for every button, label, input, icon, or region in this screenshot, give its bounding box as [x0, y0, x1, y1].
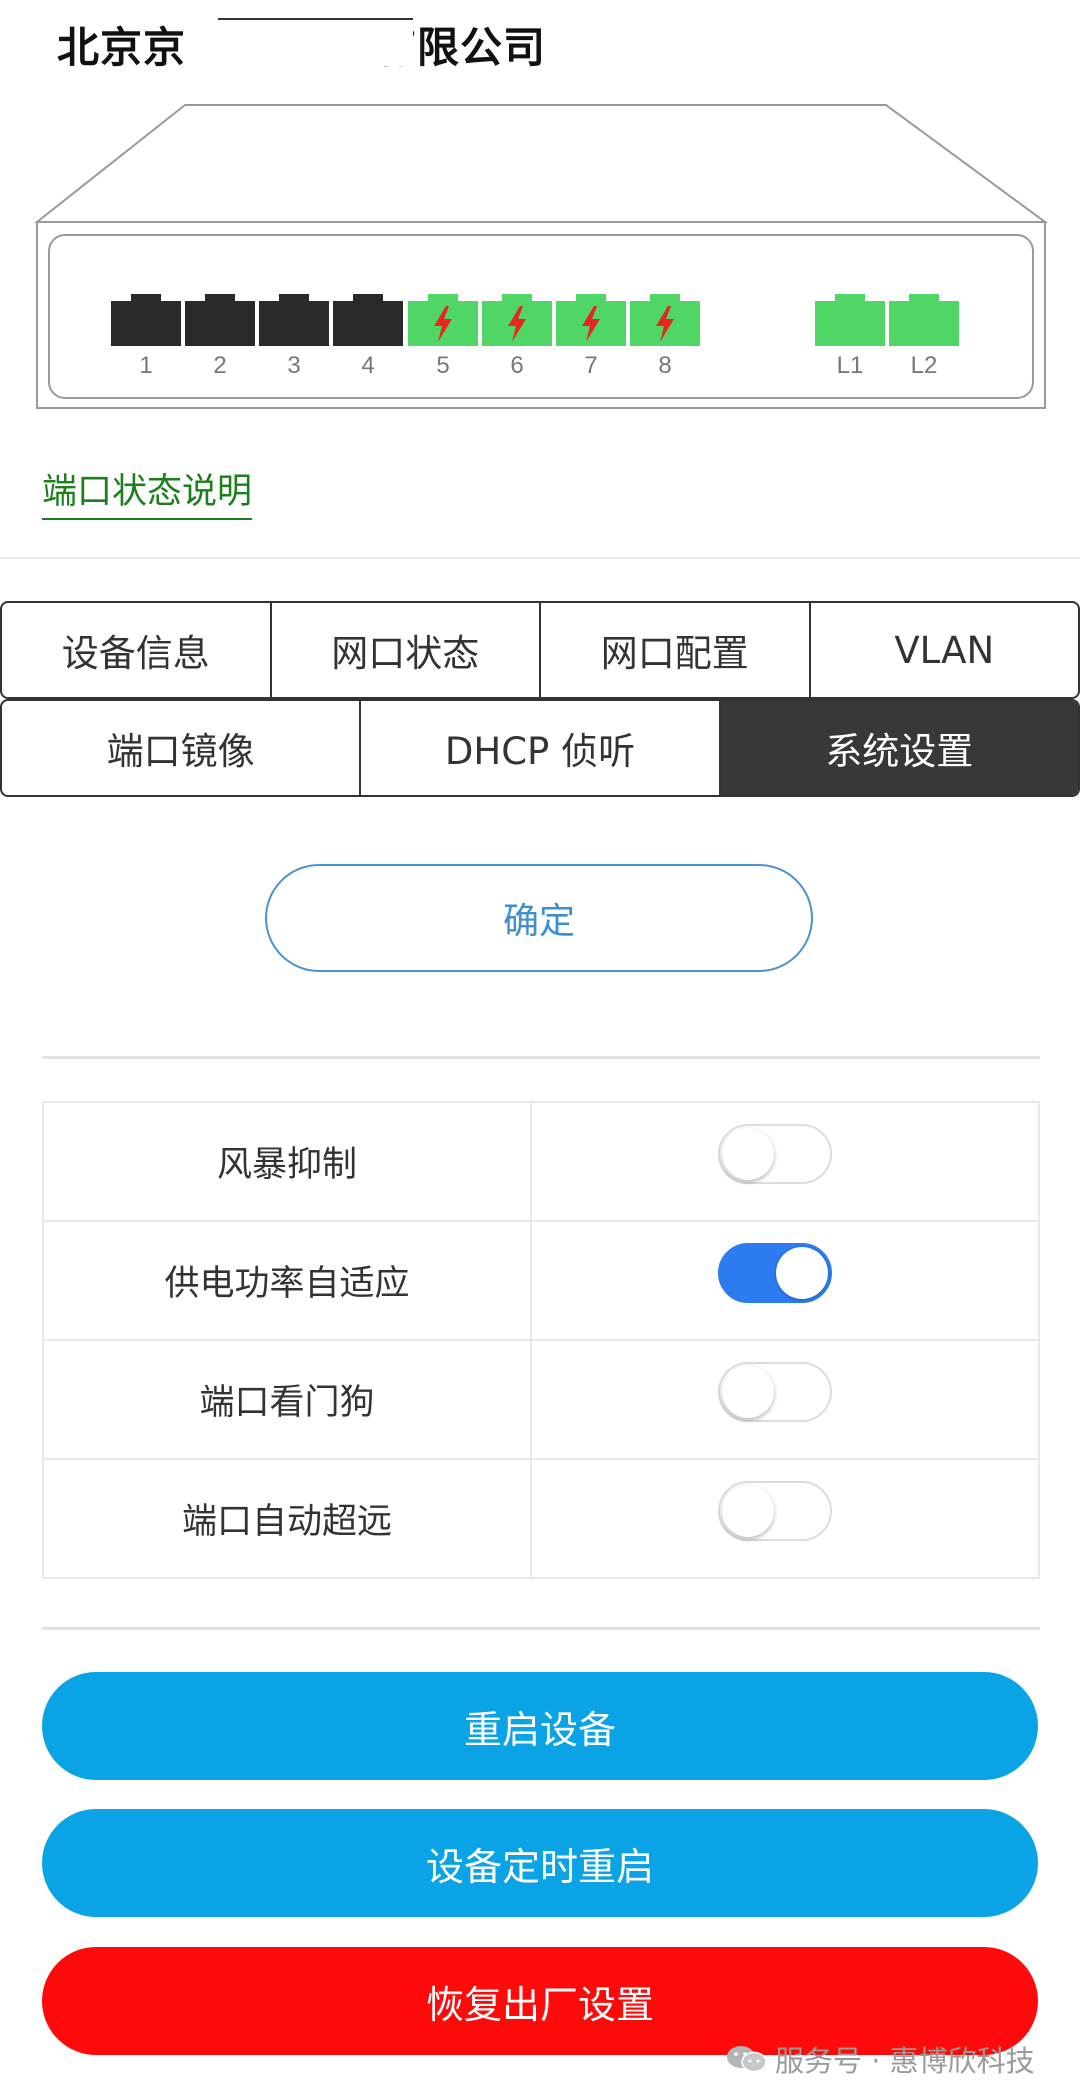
- tab-dhcp-snooping[interactable]: DHCP 侦听: [361, 701, 721, 795]
- port-3[interactable]: [259, 294, 329, 346]
- port-l1[interactable]: [815, 294, 885, 346]
- watermark: 服务号 · 惠博欣科技: [725, 2038, 1035, 2080]
- port-7[interactable]: [556, 294, 626, 346]
- port-4[interactable]: [333, 294, 403, 346]
- port-label: 4: [361, 352, 375, 379]
- toggle-knob: [722, 1485, 774, 1537]
- setting-toggle-switch[interactable]: [718, 1362, 832, 1422]
- setting-label: 供电功率自适应: [42, 1220, 532, 1341]
- tab-row-1: 设备信息 网口状态 网口配置 VLAN: [0, 601, 1080, 699]
- settings-table: 风暴抑制 供电功率自适应 端口看门狗 端口自动超远: [42, 1101, 1040, 1579]
- divider: [42, 1056, 1040, 1059]
- toggle-knob: [776, 1247, 828, 1299]
- port-2[interactable]: [185, 294, 255, 346]
- watermark-text: 服务号 · 惠博欣科技: [775, 2044, 1035, 2078]
- port-6[interactable]: [482, 294, 552, 346]
- port-latch: [576, 294, 606, 302]
- settings-row: 端口看门狗: [42, 1339, 1040, 1460]
- wechat-icon: [727, 2046, 767, 2073]
- port-label: L2: [910, 352, 938, 379]
- setting-label: 端口看门狗: [42, 1339, 532, 1460]
- tab-port-mirror[interactable]: 端口镜像: [2, 701, 362, 795]
- settings-row: 供电功率自适应: [42, 1220, 1040, 1341]
- tab-port-config[interactable]: 网口配置: [541, 603, 811, 697]
- scheduled-restart-button[interactable]: 设备定时重启: [42, 1809, 1038, 1917]
- port-label: 1: [139, 352, 153, 379]
- company-title-left: 北京京: [57, 23, 187, 72]
- toggle-knob: [722, 1128, 774, 1180]
- port-latch: [650, 294, 680, 302]
- port-latch: [131, 294, 161, 302]
- poe-lightning-icon: [582, 306, 600, 342]
- port-label: 5: [436, 352, 450, 379]
- poe-lightning-icon: [508, 306, 526, 342]
- port-5[interactable]: [408, 294, 478, 346]
- port-label: 6: [510, 352, 524, 379]
- divider: [42, 1627, 1040, 1630]
- tab-system-settings[interactable]: 系统设置: [720, 701, 1078, 795]
- tab-vlan[interactable]: VLAN: [811, 603, 1079, 697]
- setting-label: 端口自动超远: [42, 1458, 532, 1579]
- port-latch: [353, 294, 383, 302]
- setting-label: 风暴抑制: [42, 1101, 532, 1222]
- port-label: 7: [584, 352, 598, 379]
- port-status-link[interactable]: 端口状态说明: [42, 463, 253, 520]
- tab-device-info[interactable]: 设备信息: [2, 603, 272, 697]
- tab-port-status[interactable]: 网口状态: [272, 603, 541, 697]
- port-label: 2: [213, 352, 227, 379]
- port-1[interactable]: [111, 294, 181, 346]
- port-8[interactable]: [630, 294, 700, 346]
- port-label: L1: [836, 352, 864, 379]
- setting-control-cell: [530, 1339, 1040, 1460]
- tab-row-2: 端口镜像 DHCP 侦听 系统设置: [0, 699, 1080, 797]
- setting-control-cell: [530, 1220, 1040, 1341]
- section-divider: [0, 557, 1080, 559]
- port-latch: [279, 294, 309, 302]
- poe-lightning-icon: [656, 306, 674, 342]
- confirm-button[interactable]: 确定: [265, 864, 813, 972]
- setting-control-cell: [530, 1101, 1040, 1222]
- settings-row: 端口自动超远: [42, 1458, 1040, 1579]
- port-l2[interactable]: [889, 294, 959, 346]
- setting-toggle-switch[interactable]: [718, 1124, 832, 1184]
- port-latch: [205, 294, 235, 302]
- port-latch: [909, 294, 939, 302]
- setting-toggle-switch[interactable]: [718, 1243, 832, 1303]
- redaction-mark: [218, 18, 413, 66]
- port-latch: [428, 294, 458, 302]
- toggle-knob: [722, 1366, 774, 1418]
- port-label: 8: [658, 352, 672, 379]
- port-label: 3: [287, 352, 301, 379]
- port-latch: [502, 294, 532, 302]
- restart-device-button[interactable]: 重启设备: [42, 1672, 1038, 1780]
- setting-control-cell: [530, 1458, 1040, 1579]
- settings-row: 风暴抑制: [42, 1101, 1040, 1222]
- setting-toggle-switch[interactable]: [718, 1481, 832, 1541]
- port-latch: [835, 294, 865, 302]
- poe-lightning-icon: [434, 306, 452, 342]
